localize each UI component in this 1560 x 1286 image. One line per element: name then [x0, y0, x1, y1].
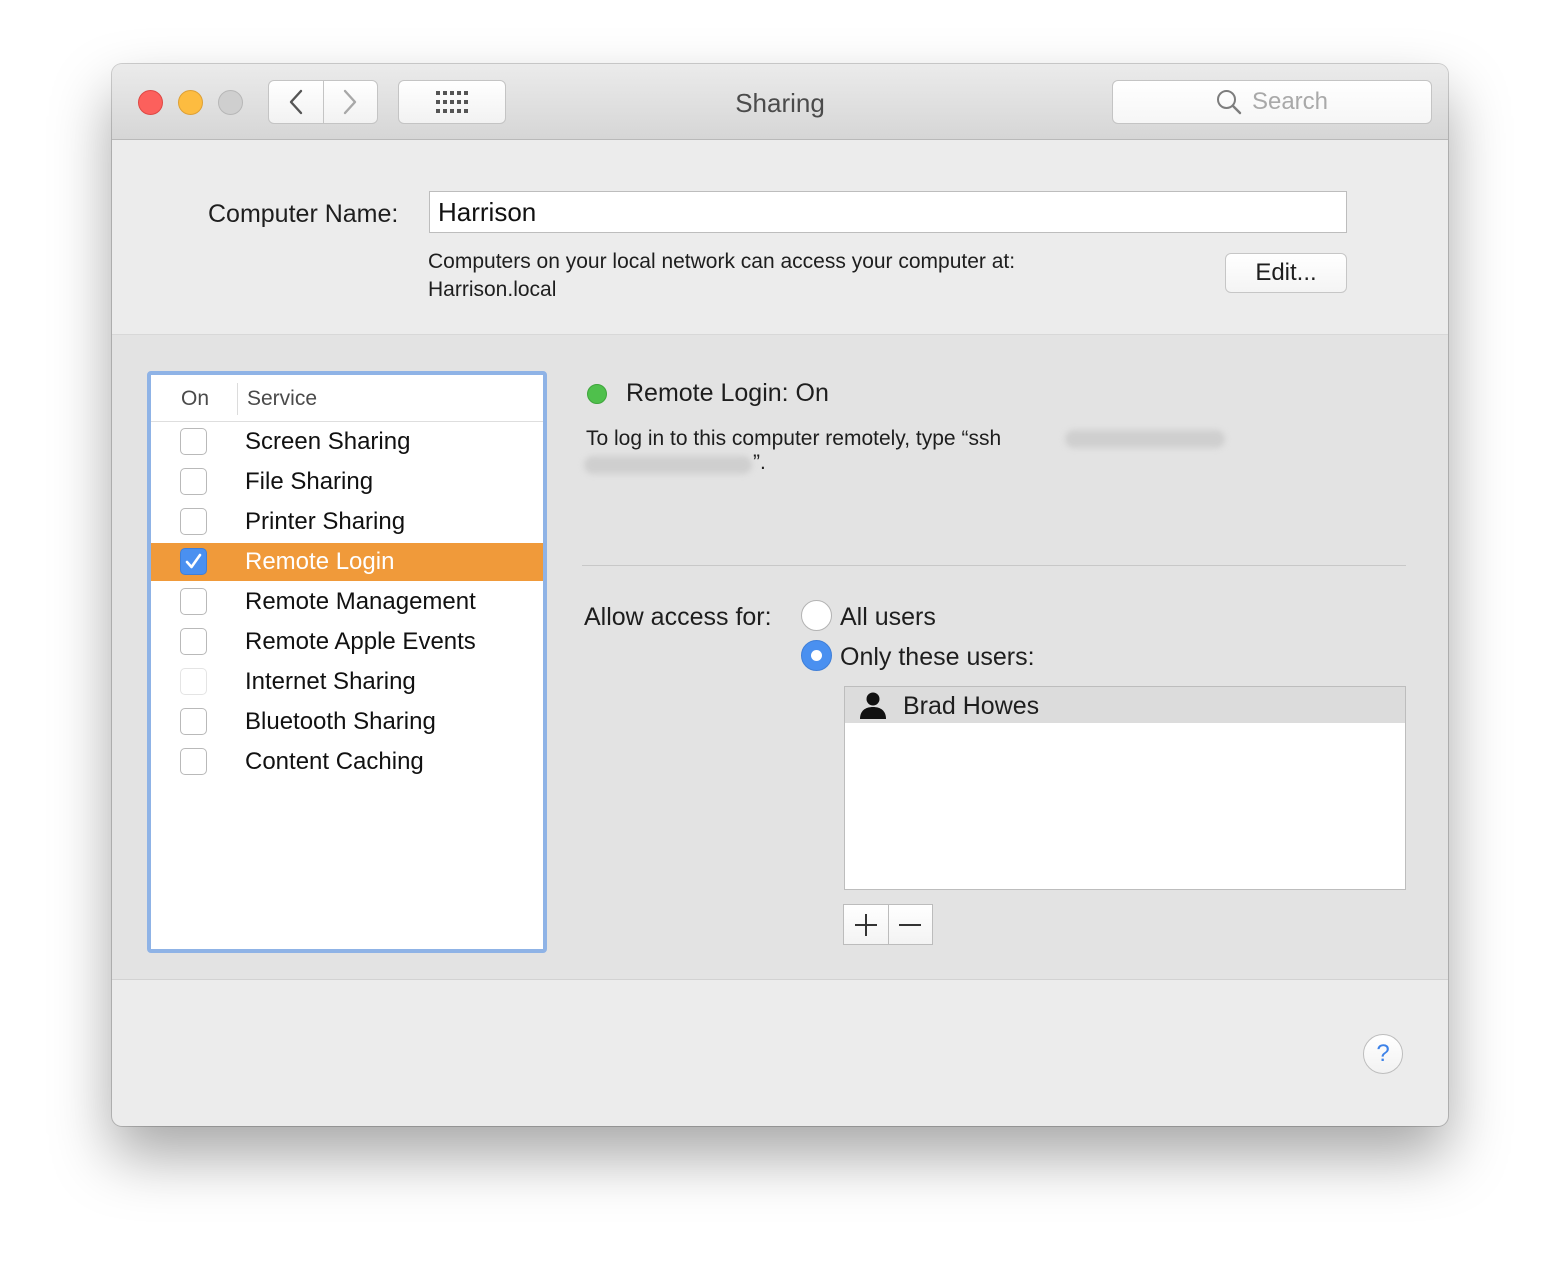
user-silhouette-icon [860, 692, 886, 719]
service-row-remote-management[interactable]: Remote Management [151, 583, 543, 621]
service-label: Bluetooth Sharing [245, 708, 436, 735]
service-row-file-sharing[interactable]: File Sharing [151, 463, 543, 501]
user-add-remove-buttons [843, 904, 933, 945]
minus-icon [899, 923, 922, 926]
titlebar: Sharing Search [112, 64, 1448, 140]
service-checkbox[interactable] [180, 628, 207, 655]
network-access-text: Computers on your local network can acce… [428, 248, 1015, 304]
service-checkbox[interactable] [180, 508, 207, 535]
service-row-screen-sharing[interactable]: Screen Sharing [151, 423, 543, 461]
service-label: Content Caching [245, 748, 424, 775]
network-access-description: Computers on your local network can acce… [428, 250, 1016, 273]
service-checkbox[interactable] [180, 428, 207, 455]
edit-button[interactable]: Edit... [1225, 253, 1347, 293]
service-checkbox [180, 668, 207, 695]
divider [582, 565, 1406, 566]
plus-icon [854, 913, 877, 936]
remove-user-button[interactable] [887, 905, 933, 944]
computer-name-label: Computer Name: [208, 200, 399, 228]
service-row-printer-sharing[interactable]: Printer Sharing [151, 503, 543, 541]
service-checkbox[interactable] [180, 748, 207, 775]
service-label: Screen Sharing [245, 428, 411, 455]
status-indicator [587, 384, 607, 404]
column-header-service[interactable]: Service [247, 387, 317, 411]
redacted-ssh-address-continued [584, 456, 752, 474]
search-input[interactable]: Search [1112, 80, 1432, 124]
computer-name-section: Computer Name: Harrison Computers on you… [112, 140, 1448, 335]
service-label: Internet Sharing [245, 668, 416, 695]
service-label: Remote Management [245, 588, 476, 615]
ssh-instruction: To log in to this computer remotely, typ… [586, 427, 1002, 450]
computer-name-field[interactable]: Harrison [429, 191, 1347, 233]
checkmark-icon [185, 553, 202, 569]
service-row-remote-login[interactable]: Remote Login [151, 543, 543, 581]
service-list: On Service Screen Sharing File Sharing P… [147, 371, 547, 953]
service-row-remote-apple-events[interactable]: Remote Apple Events [151, 623, 543, 661]
service-checkbox[interactable] [180, 548, 207, 575]
help-button[interactable]: ? [1363, 1034, 1403, 1074]
service-label: File Sharing [245, 468, 374, 495]
sharing-window: Sharing Search Computer Name: Harrison C… [112, 64, 1448, 1126]
search-placeholder: Search [1251, 88, 1329, 115]
services-section: On Service Screen Sharing File Sharing P… [112, 335, 1448, 980]
service-row-internet-sharing[interactable]: Internet Sharing [151, 663, 543, 701]
allowed-users-list[interactable]: Brad Howes [844, 686, 1406, 890]
service-label: Remote Apple Events [245, 628, 476, 655]
local-address: Harrison.local [428, 278, 557, 301]
service-list-header: On Service [151, 375, 543, 422]
service-label: Remote Login [245, 548, 395, 575]
service-checkbox[interactable] [180, 708, 207, 735]
service-row-bluetooth-sharing[interactable]: Bluetooth Sharing [151, 703, 543, 741]
service-status: Remote Login: On [626, 379, 829, 407]
service-row-content-caching[interactable]: Content Caching [151, 743, 543, 781]
service-checkbox[interactable] [180, 468, 207, 495]
user-name: Brad Howes [903, 692, 1040, 720]
only-these-users-radio[interactable] [801, 640, 832, 671]
search-icon [1216, 90, 1242, 115]
column-header-on[interactable]: On [181, 387, 209, 411]
column-separator [237, 383, 238, 415]
allow-access-label: Allow access for: [584, 603, 772, 631]
redacted-ssh-address [1065, 430, 1225, 448]
add-user-button[interactable] [844, 905, 888, 944]
user-row[interactable]: Brad Howes [845, 687, 1405, 723]
all-users-label[interactable]: All users [840, 603, 936, 632]
ssh-instruction-end: ”. [753, 451, 766, 474]
service-checkbox[interactable] [180, 588, 207, 615]
service-label: Printer Sharing [245, 508, 406, 535]
all-users-radio[interactable] [801, 600, 832, 631]
only-these-users-label[interactable]: Only these users: [840, 643, 1035, 672]
